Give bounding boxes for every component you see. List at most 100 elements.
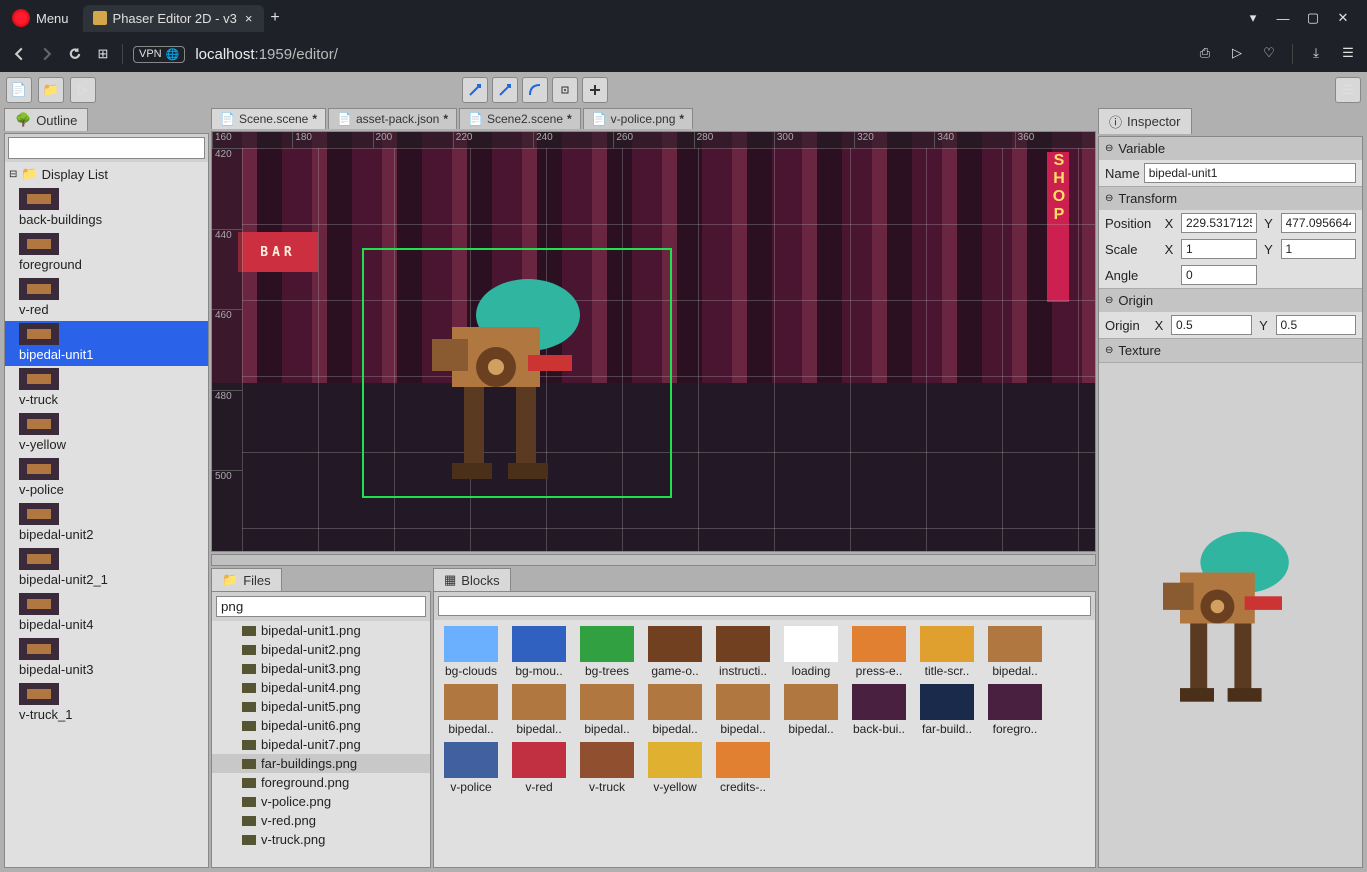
- outline-item-bipedal-unit3[interactable]: bipedal-unit3: [5, 636, 208, 681]
- file-item[interactable]: v-red.png: [212, 811, 430, 830]
- block-item[interactable]: v-police: [440, 742, 502, 794]
- transform-section-header[interactable]: ⊖ Transform: [1099, 187, 1362, 210]
- file-item[interactable]: foreground.png: [212, 773, 430, 792]
- outline-tab[interactable]: 🌳 Outline: [4, 108, 88, 131]
- window-close-icon[interactable]: ✕: [1335, 10, 1351, 26]
- block-item[interactable]: bipedal..: [576, 684, 638, 736]
- block-item[interactable]: back-bui..: [848, 684, 910, 736]
- block-item[interactable]: foregro..: [984, 684, 1046, 736]
- opera-menu-button[interactable]: Menu: [4, 5, 77, 31]
- block-item[interactable]: game-o..: [644, 626, 706, 678]
- address-url[interactable]: localhost:1959/editor/: [195, 46, 338, 63]
- texture-section-header[interactable]: ⊖ Texture: [1099, 339, 1362, 362]
- nav-reload-button[interactable]: [66, 45, 84, 63]
- outline-item-bipedal-unit1[interactable]: bipedal-unit1: [5, 321, 208, 366]
- tool-translate-button[interactable]: [462, 77, 488, 103]
- block-item[interactable]: loading: [780, 626, 842, 678]
- scene-tab-v-police.png[interactable]: 📄v-police.png*: [583, 108, 693, 129]
- file-item[interactable]: far-buildings.png: [212, 754, 430, 773]
- nav-back-button[interactable]: [10, 45, 28, 63]
- block-item[interactable]: v-truck: [576, 742, 638, 794]
- file-item[interactable]: v-truck.png: [212, 830, 430, 849]
- file-item[interactable]: bipedal-unit2.png: [212, 640, 430, 659]
- position-y-input[interactable]: [1281, 213, 1357, 233]
- origin-y-input[interactable]: [1276, 315, 1357, 335]
- block-item[interactable]: bipedal..: [780, 684, 842, 736]
- collapse-icon[interactable]: ⊟: [9, 169, 17, 180]
- menu-button[interactable]: ☰: [1335, 77, 1361, 103]
- position-x-input[interactable]: [1181, 213, 1257, 233]
- sidebar-toggle-icon[interactable]: ▾: [1245, 10, 1261, 26]
- play-button[interactable]: ▷: [70, 77, 96, 103]
- outline-item-v-truck_1[interactable]: v-truck_1: [5, 681, 208, 726]
- tool-rotate-button[interactable]: [522, 77, 548, 103]
- browser-tab-active[interactable]: Phaser Editor 2D - v3 ×: [83, 5, 265, 32]
- block-item[interactable]: v-yellow: [644, 742, 706, 794]
- tool-origin-button[interactable]: [552, 77, 578, 103]
- file-item[interactable]: bipedal-unit4.png: [212, 678, 430, 697]
- scene-tab-asset-pack.json[interactable]: 📄asset-pack.json*: [328, 108, 457, 129]
- outline-item-bipedal-unit2[interactable]: bipedal-unit2: [5, 501, 208, 546]
- window-maximize-icon[interactable]: ▢: [1305, 10, 1321, 26]
- outline-item-bipedal-unit2_1[interactable]: bipedal-unit2_1: [5, 546, 208, 591]
- files-search-input[interactable]: [216, 596, 426, 617]
- block-item[interactable]: bipedal..: [644, 684, 706, 736]
- outline-item-bipedal-unit4[interactable]: bipedal-unit4: [5, 591, 208, 636]
- file-item[interactable]: v-police.png: [212, 792, 430, 811]
- new-file-button[interactable]: 📄: [6, 77, 32, 103]
- block-item[interactable]: v-red: [508, 742, 570, 794]
- block-item[interactable]: bipedal..: [984, 626, 1046, 678]
- speed-dial-icon[interactable]: ⊞: [94, 45, 112, 63]
- file-item[interactable]: bipedal-unit1.png: [212, 621, 430, 640]
- outline-item-foreground[interactable]: foreground: [5, 231, 208, 276]
- outline-item-v-police[interactable]: v-police: [5, 456, 208, 501]
- blocks-search-input[interactable]: [438, 596, 1091, 616]
- tool-resize-button[interactable]: [582, 77, 608, 103]
- heart-icon[interactable]: ♡: [1260, 44, 1278, 62]
- file-item[interactable]: bipedal-unit7.png: [212, 735, 430, 754]
- file-item[interactable]: bipedal-unit6.png: [212, 716, 430, 735]
- bipedal-unit-sprite[interactable]: [412, 267, 612, 487]
- scale-y-input[interactable]: [1281, 239, 1357, 259]
- scene-tab-Scene.scene[interactable]: 📄Scene.scene*: [211, 108, 326, 129]
- block-item[interactable]: bipedal..: [508, 684, 570, 736]
- block-item[interactable]: instructi..: [712, 626, 774, 678]
- nav-forward-button[interactable]: [38, 45, 56, 63]
- name-input[interactable]: [1144, 163, 1356, 183]
- scale-x-input[interactable]: [1181, 239, 1257, 259]
- block-item[interactable]: bipedal..: [712, 684, 774, 736]
- block-item[interactable]: credits-..: [712, 742, 774, 794]
- scene-canvas[interactable]: BAR SHOP 1601802002202402602803003203403…: [211, 131, 1096, 552]
- outline-item-v-yellow[interactable]: v-yellow: [5, 411, 208, 456]
- block-item[interactable]: title-scr..: [916, 626, 978, 678]
- easy-setup-icon[interactable]: ☰: [1339, 44, 1357, 62]
- tool-scale-button[interactable]: [492, 77, 518, 103]
- file-item[interactable]: bipedal-unit5.png: [212, 697, 430, 716]
- display-list-root[interactable]: ⊟ 📁 Display List: [5, 162, 208, 186]
- new-tab-button[interactable]: +: [264, 3, 285, 33]
- outline-item-v-red[interactable]: v-red: [5, 276, 208, 321]
- outline-item-back-buildings[interactable]: back-buildings: [5, 186, 208, 231]
- canvas-scrollbar-horizontal[interactable]: [211, 554, 1096, 566]
- block-item[interactable]: far-build..: [916, 684, 978, 736]
- download-icon[interactable]: ⤓: [1307, 44, 1325, 62]
- origin-section-header[interactable]: ⊖ Origin: [1099, 289, 1362, 312]
- tab-close-icon[interactable]: ×: [243, 11, 255, 26]
- send-icon[interactable]: ▷: [1228, 44, 1246, 62]
- angle-input[interactable]: [1181, 265, 1257, 285]
- block-item[interactable]: press-e..: [848, 626, 910, 678]
- files-tab[interactable]: 📁 Files: [211, 568, 282, 591]
- block-item[interactable]: bg-clouds: [440, 626, 502, 678]
- blocks-tab[interactable]: ▦ Blocks: [433, 568, 511, 591]
- scene-tab-Scene2.scene[interactable]: 📄Scene2.scene*: [459, 108, 581, 129]
- inspector-tab[interactable]: ⓘ Inspector: [1098, 108, 1192, 134]
- outline-search-input[interactable]: [8, 137, 205, 159]
- block-item[interactable]: bg-trees: [576, 626, 638, 678]
- file-item[interactable]: bipedal-unit3.png: [212, 659, 430, 678]
- vpn-badge[interactable]: VPN🌐: [133, 46, 185, 63]
- open-folder-button[interactable]: 📁: [38, 77, 64, 103]
- origin-x-input[interactable]: [1171, 315, 1252, 335]
- block-item[interactable]: bg-mou..: [508, 626, 570, 678]
- window-minimize-icon[interactable]: —: [1275, 10, 1291, 26]
- block-item[interactable]: bipedal..: [440, 684, 502, 736]
